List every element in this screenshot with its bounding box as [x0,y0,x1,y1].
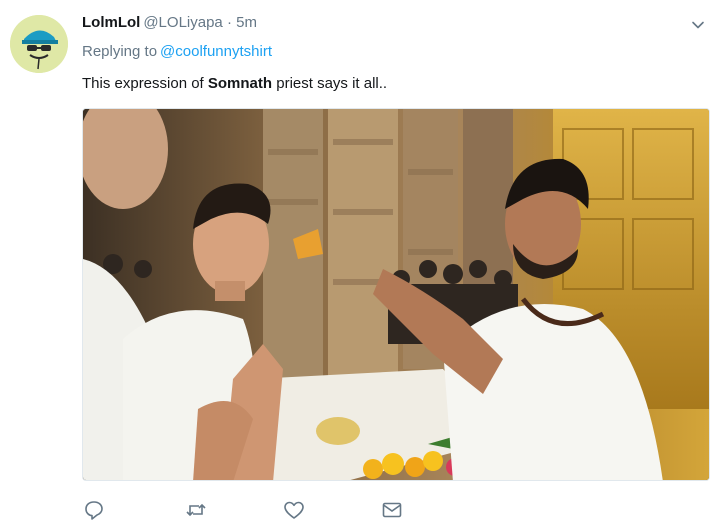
tweet-text: This expression of Somnath priest says i… [82,74,387,94]
chevron-down-icon[interactable] [690,17,706,33]
replying-prefix: Replying to [82,43,158,60]
display-name[interactable]: LolmLol [82,14,140,31]
separator-dot: · [226,14,232,31]
tweet-text-bold: Somnath [207,75,273,92]
user-handle[interactable]: @LOLiyapa [143,14,222,31]
tweet-actions [82,498,422,522]
reply-icon[interactable] [82,498,106,522]
envelope-icon[interactable] [380,498,404,522]
replying-to-link[interactable]: @coolfunnytshirt [160,43,272,60]
tweet-text-after: priest says it all.. [272,75,388,92]
tweet-photo[interactable] [82,108,710,481]
tweet-text-before: This expression of [82,75,208,92]
tweet-header: LolmLol @LOLiyapa · 5m [82,13,257,33]
avatar[interactable] [10,15,68,73]
timestamp[interactable]: 5m [236,14,257,31]
heart-icon[interactable] [282,498,306,522]
retweet-icon[interactable] [184,498,208,522]
tweet-card: LolmLol @LOLiyapa · 5m Replying to @coolfu… [0,0,720,531]
replying-to: Replying to @coolfunnytshirt [82,43,272,60]
